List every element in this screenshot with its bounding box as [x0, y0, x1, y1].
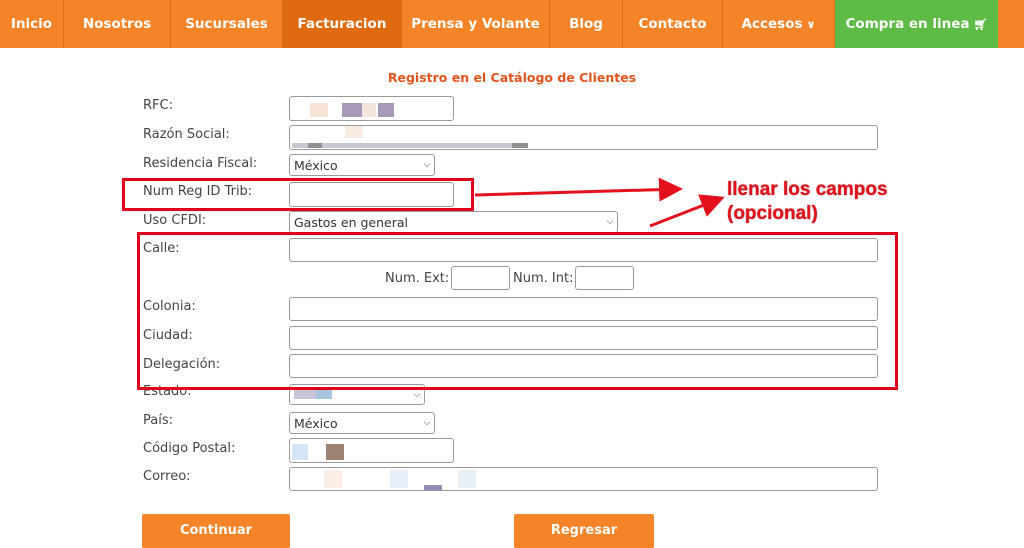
arrow-to-address [649, 194, 725, 228]
annotation-line-1: llenar los campos [727, 179, 888, 200]
arrow-to-num-reg [474, 177, 683, 202]
continuar-button[interactable]: Continuar [142, 514, 290, 548]
annotation-line-2: (opcional) [727, 203, 818, 224]
regresar-button[interactable]: Regresar [514, 514, 654, 548]
annotation-arrows [474, 177, 725, 228]
annotation-callout: llenar los campos (opcional) [727, 178, 888, 226]
